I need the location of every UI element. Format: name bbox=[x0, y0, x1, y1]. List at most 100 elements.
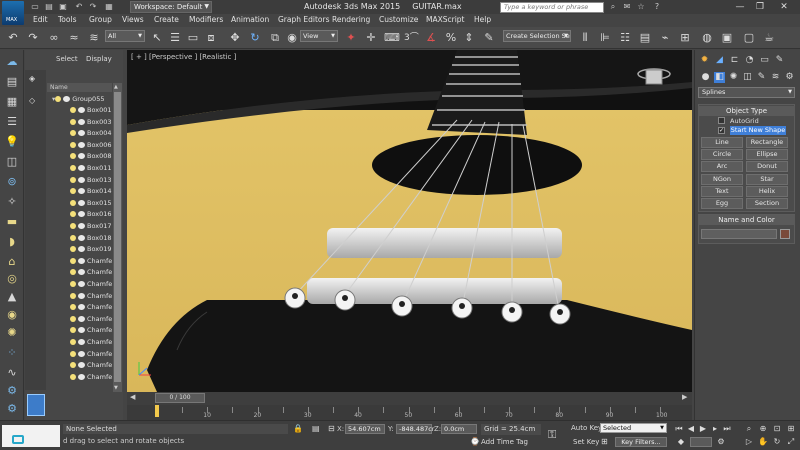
teapot-visibility-icon[interactable] bbox=[78, 350, 85, 357]
minimize-button[interactable]: — bbox=[732, 1, 748, 13]
teapot-visibility-icon[interactable] bbox=[78, 153, 85, 160]
move-icon[interactable]: ✥ bbox=[228, 31, 242, 45]
layer-explorer-button[interactable] bbox=[27, 394, 45, 416]
menu-edit[interactable]: Edit bbox=[33, 15, 48, 24]
project-folder-icon[interactable]: ▦ bbox=[104, 2, 114, 12]
rectangular-selection-icon[interactable]: ▭ bbox=[186, 31, 200, 45]
maximize-viewport-icon[interactable]: ⤢ bbox=[786, 437, 796, 447]
arc-button[interactable]: Arc bbox=[701, 161, 743, 173]
tab-select[interactable]: Select bbox=[56, 55, 78, 63]
column-header-name[interactable]: Name bbox=[47, 83, 112, 92]
select-manipulate-icon[interactable]: ✛ bbox=[364, 31, 378, 45]
menu-group[interactable]: Group bbox=[89, 15, 112, 24]
menu-animation[interactable]: Animation bbox=[231, 15, 269, 24]
motion-tab-icon[interactable]: ◔ bbox=[744, 55, 755, 66]
bind-space-warp-icon[interactable]: ≋ bbox=[87, 31, 101, 45]
search-input[interactable]: Type a keyword or phrase bbox=[500, 2, 604, 13]
teapot-visibility-icon[interactable] bbox=[78, 362, 85, 369]
category-dropdown[interactable]: Splines ▼ bbox=[698, 87, 795, 98]
teapot-visibility-icon[interactable] bbox=[78, 315, 85, 322]
next-frame-icon[interactable]: ▸ bbox=[710, 424, 720, 434]
explorer-scroll-thumb[interactable] bbox=[114, 92, 121, 382]
start-new-shape-label[interactable]: Start New Shape bbox=[730, 126, 786, 135]
snaps-toggle-icon[interactable]: 3⌒ bbox=[404, 31, 419, 45]
teapot-visibility-icon[interactable] bbox=[78, 141, 85, 148]
workspace-dropdown[interactable]: Workspace: Default ▼ bbox=[130, 1, 212, 13]
time-prev-icon[interactable]: ◀ bbox=[130, 393, 135, 401]
light-bulb-icon[interactable] bbox=[70, 223, 76, 229]
list-icon[interactable]: ☰ bbox=[4, 115, 20, 129]
box-icon[interactable]: ▬ bbox=[4, 215, 20, 229]
key-filter-selection-dropdown[interactable]: Selected ▼ bbox=[600, 423, 667, 433]
ellipse-button[interactable]: Ellipse bbox=[746, 149, 788, 161]
light-bulb-icon[interactable] bbox=[70, 269, 76, 276]
selection-filter-dropdown[interactable]: All ▼ bbox=[105, 30, 145, 42]
light-bulb-icon[interactable] bbox=[70, 165, 76, 171]
named-selection-dropdown[interactable]: Create Selection Se ▼ bbox=[503, 30, 571, 42]
key-icon[interactable]: ⚿ bbox=[548, 428, 556, 442]
name-color-header[interactable]: Name and Color bbox=[698, 215, 795, 225]
material-editor-icon[interactable]: ◍ bbox=[700, 31, 714, 45]
list-item[interactable]: Chamfe bbox=[70, 360, 113, 371]
spacewarps-category-icon[interactable]: ≋ bbox=[770, 72, 781, 83]
list-item[interactable]: Chamfe bbox=[70, 302, 113, 313]
line-button[interactable]: Line bbox=[701, 137, 743, 148]
scroll-up-icon[interactable]: ▲ bbox=[114, 84, 118, 90]
schematic-view-icon[interactable]: ⊞ bbox=[678, 31, 692, 45]
teapot-icon[interactable]: ◉ bbox=[4, 308, 20, 322]
percent-snap-icon[interactable]: % bbox=[444, 31, 458, 45]
cameras-category-icon[interactable]: ◫ bbox=[742, 72, 753, 83]
curve-editor-icon[interactable]: ⌁ bbox=[658, 31, 672, 45]
window-crossing-icon[interactable]: ⧈ bbox=[204, 31, 218, 45]
cone-icon[interactable]: ▲ bbox=[4, 290, 20, 304]
isolate-icon[interactable]: ▤ bbox=[312, 424, 320, 433]
set-key-button[interactable]: Set Key bbox=[573, 438, 599, 446]
light-bulb-icon[interactable] bbox=[70, 141, 76, 148]
light-bulb-icon[interactable] bbox=[70, 234, 76, 241]
key-filters-button[interactable]: Key Filters... bbox=[615, 437, 667, 447]
light-bulb-icon[interactable] bbox=[70, 107, 76, 113]
save-icon[interactable]: ▣ bbox=[58, 2, 68, 12]
unlink-icon[interactable]: ≈ bbox=[67, 31, 81, 45]
autogrid-checkbox[interactable] bbox=[718, 117, 725, 124]
section-button[interactable]: Section bbox=[746, 198, 788, 209]
app-logo-button[interactable]: MAX bbox=[2, 1, 24, 25]
time-slider[interactable]: 0 / 100 bbox=[155, 393, 205, 403]
place-icon[interactable]: ◉ bbox=[285, 31, 299, 45]
list-item[interactable]: Box013 bbox=[70, 175, 113, 186]
scale-icon[interactable]: ⧉ bbox=[268, 31, 282, 45]
list-item[interactable]: Chamfe bbox=[70, 337, 113, 348]
teapot-visibility-icon[interactable] bbox=[78, 176, 85, 183]
shapes-icon[interactable]: ∿ bbox=[4, 366, 20, 380]
list-item[interactable]: Box015 bbox=[70, 198, 113, 209]
shapes-category-icon[interactable]: ◧ bbox=[714, 72, 725, 83]
light-bulb-icon[interactable] bbox=[70, 339, 76, 345]
redo-icon[interactable]: ↷ bbox=[88, 2, 98, 12]
teapot-visibility-icon[interactable] bbox=[78, 327, 85, 334]
utilities-tab-icon[interactable]: ✎ bbox=[774, 55, 785, 66]
sphere-icon[interactable]: ◗ bbox=[4, 235, 20, 249]
filter-shapes-icon[interactable]: ◇ bbox=[29, 96, 41, 106]
maximize-button[interactable]: ❐ bbox=[752, 1, 768, 13]
viewport-label-menu[interactable]: [ + ] [Perspective ] [Realistic ] bbox=[131, 53, 236, 61]
light-bulb-icon[interactable] bbox=[70, 176, 76, 183]
render-setup-icon[interactable]: ▣ bbox=[720, 31, 734, 45]
helix-button[interactable]: Helix bbox=[746, 185, 788, 197]
list-item[interactable]: Chamfe bbox=[70, 372, 113, 383]
current-frame-input[interactable] bbox=[690, 437, 712, 447]
light-bulb-icon[interactable] bbox=[70, 130, 76, 137]
modify-tab-icon[interactable]: ◢ bbox=[714, 55, 725, 66]
time-tag-icon[interactable]: ⌚ bbox=[470, 437, 480, 446]
time-slider-bar[interactable] bbox=[127, 392, 692, 405]
light-bulb-icon[interactable] bbox=[70, 304, 76, 311]
orbit-icon[interactable]: ↻ bbox=[772, 437, 782, 447]
perspective-viewport[interactable] bbox=[127, 50, 692, 392]
x-coordinate-input[interactable]: 54.607cm bbox=[345, 424, 385, 434]
particles-icon[interactable]: ⁘ bbox=[4, 346, 20, 360]
menu-maxscript[interactable]: MAXScript bbox=[426, 15, 465, 24]
tab-display[interactable]: Display bbox=[86, 55, 112, 63]
spinner-snap-icon[interactable]: ⇕ bbox=[462, 31, 476, 45]
previous-frame-icon[interactable]: ◀ bbox=[686, 424, 696, 434]
zoom-icon[interactable]: ⌕ bbox=[744, 424, 754, 434]
zoom-all-icon[interactable]: ⊕ bbox=[758, 424, 768, 434]
